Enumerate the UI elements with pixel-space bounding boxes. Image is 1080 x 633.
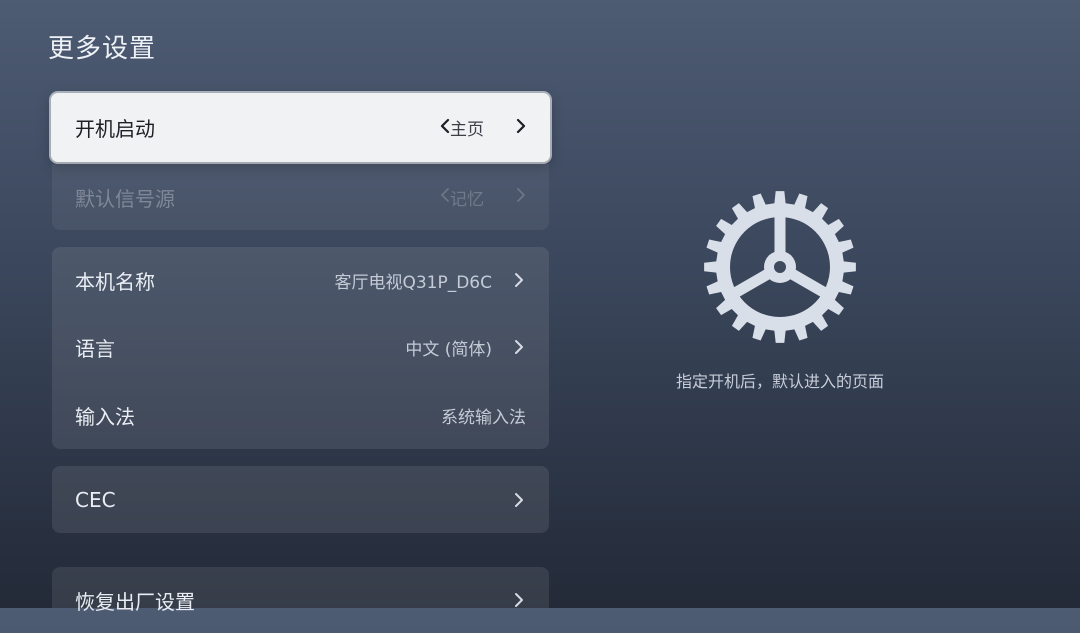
cec-setting-row[interactable]: CEC (52, 466, 549, 533)
startup-setting-row[interactable]: 开机启动 主页 (51, 93, 550, 162)
startup-value: 主页 (450, 120, 484, 140)
chevron-right-icon[interactable] (516, 118, 526, 138)
gear-center (774, 261, 786, 273)
language-setting-row[interactable]: 语言 中文 (简体) (52, 313, 549, 381)
input-method-setting-row[interactable]: 输入法 系统输入法 (52, 381, 549, 449)
language-label: 语言 (75, 336, 115, 361)
device-name-label: 本机名称 (75, 269, 155, 294)
gear-icon (702, 189, 858, 345)
input-method-label: 输入法 (75, 404, 135, 429)
chevron-right-icon (516, 187, 526, 207)
setting-description: 指定开机后，默认进入的页面 (675, 372, 884, 391)
page-title: 更多设置 (48, 34, 157, 64)
device-name-setting-row[interactable]: 本机名称 客厅电视Q31P_D6C (52, 247, 549, 313)
reset-settings-group: 恢复出厂设置 (52, 567, 549, 614)
factory-reset-label: 恢复出厂设置 (75, 589, 195, 614)
factory-reset-setting-row[interactable]: 恢复出厂设置 (52, 567, 549, 633)
chevron-left-icon (440, 187, 450, 207)
cec-label: CEC (75, 487, 116, 512)
device-settings-group: 本机名称 客厅电视Q31P_D6C 语言 中文 (简体) 输入法 系统输入法 (52, 247, 549, 449)
language-value: 中文 (简体) (405, 339, 492, 360)
chevron-right-icon[interactable] (512, 340, 526, 354)
default-source-setting-row: 默认信号源 记忆 (52, 164, 549, 230)
input-method-value: 系统输入法 (441, 407, 526, 428)
startup-label: 开机启动 (75, 117, 155, 141)
device-name-value: 客厅电视Q31P_D6C (334, 272, 492, 293)
chevron-right-icon[interactable] (512, 492, 526, 507)
chevron-left-icon[interactable] (440, 118, 450, 138)
cec-settings-group: CEC (52, 466, 549, 533)
chevron-right-icon[interactable] (512, 593, 526, 607)
chevron-right-icon[interactable] (512, 273, 526, 287)
default-source-label: 默认信号源 (75, 186, 175, 211)
default-source-value: 记忆 (450, 189, 484, 210)
